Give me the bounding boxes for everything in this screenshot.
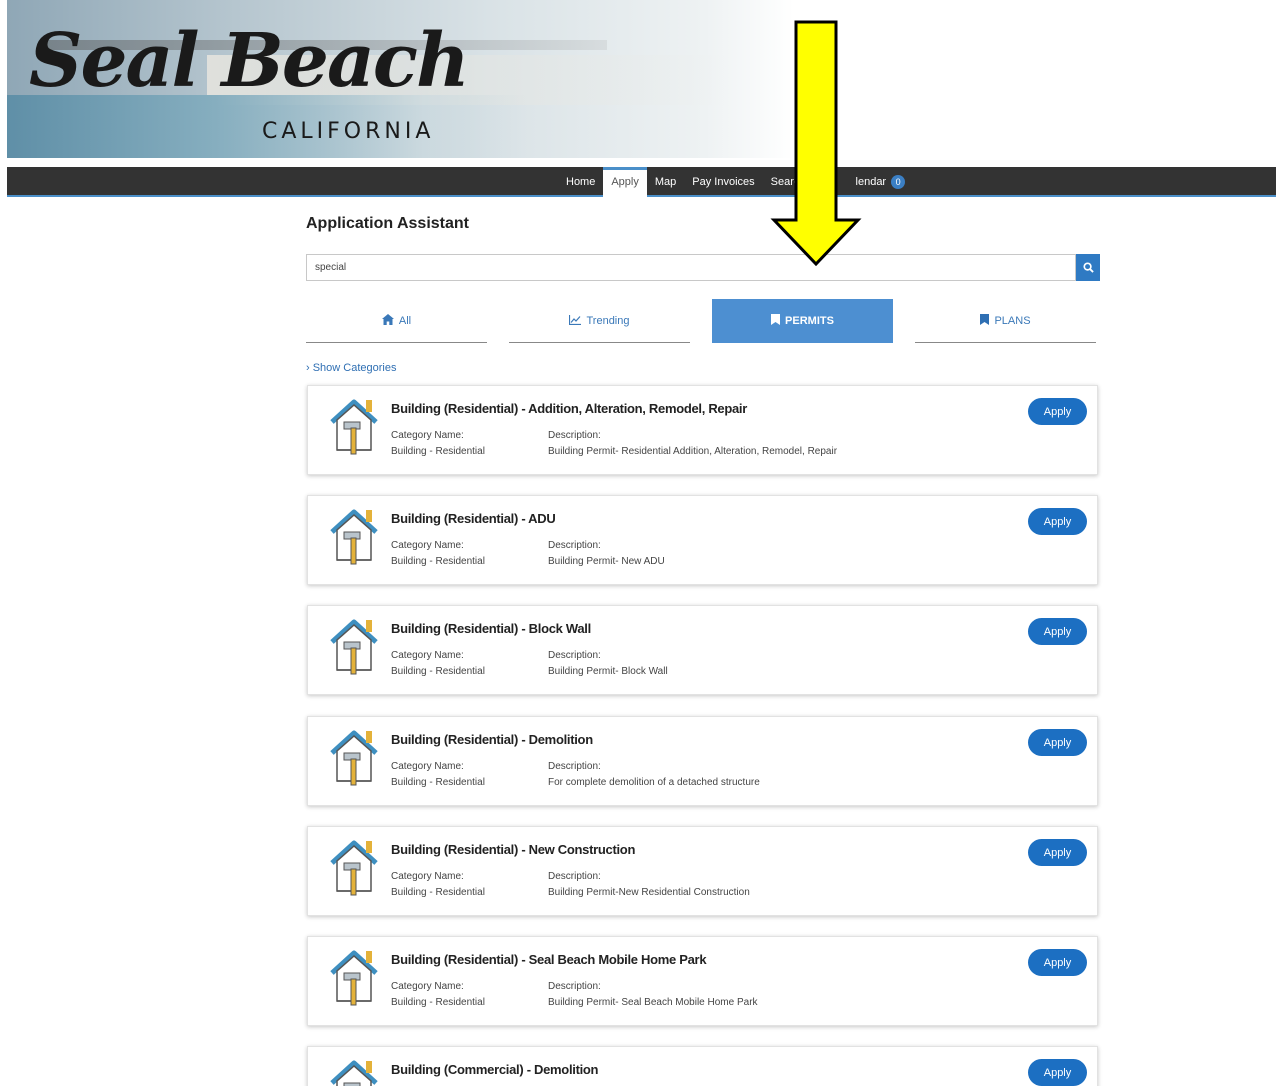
permit-title[interactable]: Building (Residential) - Block Wall: [391, 621, 591, 636]
description-label: Description:: [548, 540, 601, 551]
yellow-arrow-annotation: [770, 20, 862, 266]
category-value: Building - Residential: [391, 446, 485, 457]
permit-card: Building (Commercial) - Demolition Apply: [307, 1046, 1098, 1086]
description-value: Building Permit- Residential Addition, A…: [548, 446, 838, 457]
description-label: Description:: [548, 761, 601, 772]
apply-button[interactable]: Apply: [1028, 618, 1087, 645]
category-label: Category Name:: [391, 540, 464, 551]
tab-all-label: All: [398, 314, 412, 327]
permit-card: Building (Residential) - ADU Category Na…: [307, 495, 1098, 585]
category-label: Category Name:: [391, 981, 464, 992]
tab-trending[interactable]: Trending: [509, 299, 690, 343]
house-hammer-icon: [330, 509, 378, 565]
description-value: Building Permit-New Residential Construc…: [548, 887, 750, 898]
description-label: Description:: [548, 981, 601, 992]
description-label: Description:: [548, 871, 601, 882]
nav-map[interactable]: Map: [647, 167, 684, 197]
tab-all[interactable]: All: [306, 299, 487, 343]
description-label: Description:: [548, 650, 601, 661]
nav-home[interactable]: Home: [558, 167, 603, 197]
description-value: Building Permit- Block Wall: [548, 666, 668, 677]
apply-button[interactable]: Apply: [1028, 398, 1087, 425]
search-button[interactable]: [1076, 254, 1100, 281]
tab-permits[interactable]: PERMITS: [712, 299, 893, 343]
permit-title[interactable]: Building (Residential) - ADU: [391, 511, 556, 526]
tab-permits-label: PERMITS: [785, 314, 834, 327]
apply-button[interactable]: Apply: [1028, 1059, 1087, 1086]
permit-title[interactable]: Building (Commercial) - Demolition: [391, 1062, 599, 1077]
permit-title[interactable]: Building (Residential) - Demolition: [391, 732, 593, 747]
search-input[interactable]: [306, 254, 1076, 281]
permit-title[interactable]: Building (Residential) - Seal Beach Mobi…: [391, 952, 707, 967]
site-logo-subtitle: CALIFORNIA: [262, 119, 435, 144]
tab-trending-label: Trending: [586, 314, 630, 327]
category-label: Category Name:: [391, 650, 464, 661]
category-value: Building - Residential: [391, 887, 485, 898]
main-nav: Home Apply Map Pay Invoices Search lenda…: [7, 167, 1276, 197]
permit-title[interactable]: Building (Residential) - New Constructio…: [391, 842, 635, 857]
nav-pay-invoices[interactable]: Pay Invoices: [684, 167, 762, 197]
house-hammer-icon: [330, 399, 378, 455]
tab-plans[interactable]: PLANS: [915, 299, 1096, 343]
line-chart-icon: [569, 314, 582, 328]
permit-card: Building (Residential) - Seal Beach Mobi…: [307, 936, 1098, 1026]
site-logo[interactable]: Seal Beach: [29, 18, 470, 104]
search-icon: [1082, 262, 1094, 273]
category-label: Category Name:: [391, 871, 464, 882]
permit-card: Building (Residential) - Block Wall Cate…: [307, 605, 1098, 695]
search-bar: [306, 254, 1100, 281]
category-value: Building - Residential: [391, 556, 485, 567]
category-label: Category Name:: [391, 761, 464, 772]
category-value: Building - Residential: [391, 777, 485, 788]
house-hammer-icon: [330, 619, 378, 675]
header-banner: Seal Beach CALIFORNIA: [7, 0, 1276, 158]
bookmark-icon: [980, 313, 990, 328]
page-title: Application Assistant: [306, 215, 469, 232]
filter-tabs: All Trending PERMITS PLANS: [306, 299, 1098, 343]
home-icon: [381, 313, 394, 328]
permit-card: Building (Residential) - New Constructio…: [307, 826, 1098, 916]
permit-card: Building (Residential) - Addition, Alter…: [307, 385, 1098, 475]
house-hammer-icon: [330, 730, 378, 786]
description-value: Building Permit- New ADU: [548, 556, 665, 567]
calendar-count-badge: 0: [891, 175, 906, 190]
description-value: For complete demolition of a detached st…: [548, 777, 760, 788]
apply-button[interactable]: Apply: [1028, 949, 1087, 976]
house-hammer-icon: [330, 1060, 378, 1086]
description-label: Description:: [548, 430, 601, 441]
permit-card: Building (Residential) - Demolition Cate…: [307, 716, 1098, 806]
category-value: Building - Residential: [391, 997, 485, 1008]
apply-button[interactable]: Apply: [1028, 839, 1087, 866]
bookmark-icon: [771, 313, 781, 328]
house-hammer-icon: [330, 950, 378, 1006]
category-value: Building - Residential: [391, 666, 485, 677]
apply-button[interactable]: Apply: [1028, 729, 1087, 756]
tab-plans-label: PLANS: [994, 314, 1031, 327]
house-hammer-icon: [330, 840, 378, 896]
category-label: Category Name:: [391, 430, 464, 441]
apply-button[interactable]: Apply: [1028, 508, 1087, 535]
show-categories-link[interactable]: › Show Categories: [306, 362, 397, 374]
description-value: Building Permit- Seal Beach Mobile Home …: [548, 997, 758, 1008]
permit-title[interactable]: Building (Residential) - Addition, Alter…: [391, 401, 747, 416]
nav-apply[interactable]: Apply: [603, 167, 647, 197]
